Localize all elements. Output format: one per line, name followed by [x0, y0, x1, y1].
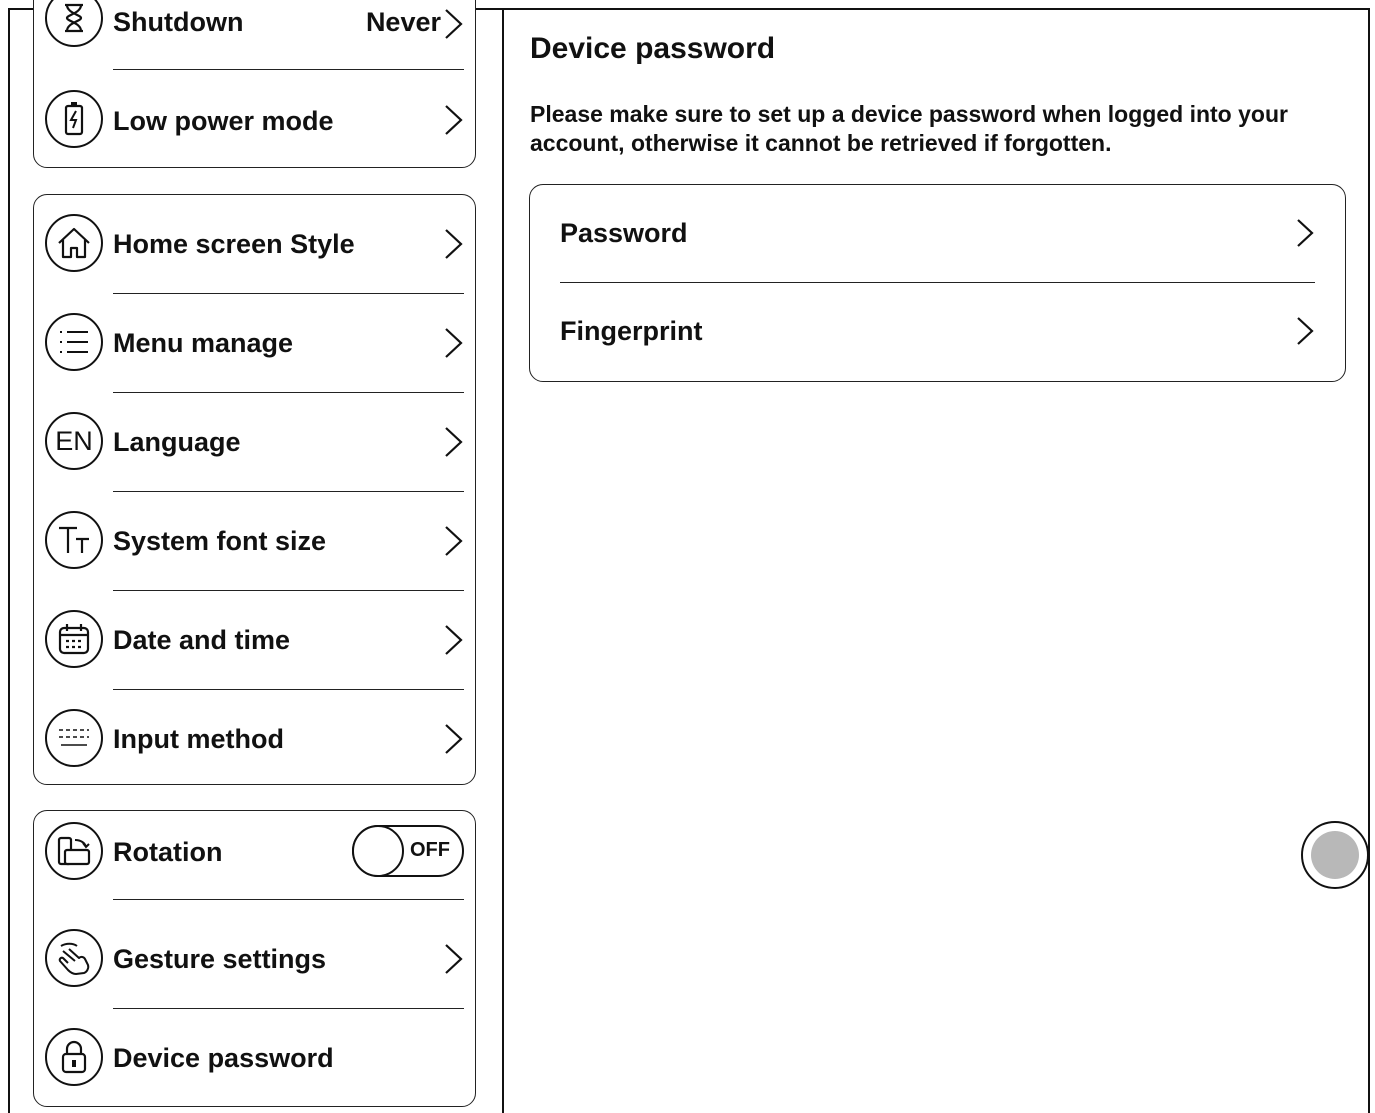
calendar-icon — [45, 610, 103, 668]
sidebar-item-low-power-mode[interactable]: Low power mode — [34, 70, 475, 169]
sidebar-item-language[interactable]: EN Language — [34, 393, 475, 492]
settings-group-system: Rotation OFF Gesture settings Device pas… — [33, 810, 476, 1107]
option-fingerprint[interactable]: Fingerprint — [530, 283, 1345, 381]
sidebar-item-label: Rotation — [113, 837, 223, 867]
floating-assist-button[interactable] — [1301, 821, 1369, 889]
chevron-right-icon — [1297, 317, 1314, 345]
chevron-right-icon — [445, 625, 463, 655]
chevron-right-icon — [445, 229, 463, 259]
rotation-toggle[interactable]: OFF — [352, 825, 464, 877]
sidebar-item-system-font-size[interactable]: System font size — [34, 492, 475, 591]
chevron-right-icon — [445, 944, 463, 974]
battery-icon — [45, 90, 103, 148]
chevron-right-icon — [445, 9, 463, 39]
window-frame-right — [1368, 8, 1370, 1113]
sidebar-item-input-method[interactable]: Input method — [34, 690, 475, 789]
toggle-knob — [352, 825, 404, 877]
sidebar-item-label: Shutdown — [113, 7, 244, 37]
chevron-right-icon — [1297, 219, 1314, 247]
chevron-right-icon — [445, 526, 463, 556]
sidebar-item-menu-manage[interactable]: Menu manage — [34, 294, 475, 393]
sidebar-item-label: Home screen Style — [113, 229, 355, 259]
window-frame-left — [8, 8, 10, 1113]
pane-divider — [502, 8, 504, 1113]
lock-icon — [45, 1028, 103, 1086]
keyboard-icon — [45, 709, 103, 767]
sidebar-item-label: Low power mode — [113, 106, 334, 136]
chevron-right-icon — [445, 427, 463, 457]
settings-group-power: Shutdown Never Low power mode — [33, 0, 476, 168]
sidebar-item-label: Menu manage — [113, 328, 294, 358]
option-label: Password — [560, 218, 688, 248]
sidebar-item-label: Gesture settings — [113, 944, 327, 974]
option-password[interactable]: Password — [530, 185, 1345, 283]
language-icon: EN — [45, 412, 103, 470]
floating-button-dot — [1311, 831, 1359, 879]
sidebar-item-gesture-settings[interactable]: Gesture settings — [34, 900, 475, 1009]
settings-group-display: Home screen Style Menu manage EN Languag… — [33, 194, 476, 785]
home-icon — [45, 214, 103, 272]
shutdown-value: Never — [365, 7, 441, 37]
sidebar-item-shutdown[interactable]: Shutdown Never — [34, 0, 475, 70]
password-options-card: Password Fingerprint — [529, 184, 1346, 382]
sidebar-item-home-screen-style[interactable]: Home screen Style — [34, 195, 475, 294]
list-icon — [45, 313, 103, 371]
page-title: Device password — [530, 32, 776, 65]
sidebar-item-label: Device password — [113, 1043, 334, 1073]
gesture-icon — [45, 929, 103, 987]
hourglass-icon — [45, 0, 103, 47]
sidebar-item-date-and-time[interactable]: Date and time — [34, 591, 475, 690]
sidebar-item-label: Input method — [113, 724, 284, 754]
rotation-icon — [45, 822, 103, 880]
page-description: Please make sure to set up a device pass… — [530, 101, 1288, 156]
sidebar-item-label: System font size — [113, 526, 327, 556]
chevron-right-icon — [445, 724, 463, 754]
chevron-right-icon — [445, 105, 463, 135]
sidebar-item-label: Date and time — [113, 625, 291, 655]
sidebar-item-rotation[interactable]: Rotation OFF — [34, 811, 475, 900]
chevron-right-icon — [445, 328, 463, 358]
sidebar-item-device-password[interactable]: Device password — [34, 1009, 475, 1108]
font-size-icon — [45, 511, 103, 569]
toggle-state-label: OFF — [410, 839, 450, 861]
sidebar-item-label: Language — [113, 427, 241, 457]
option-label: Fingerprint — [560, 316, 703, 346]
